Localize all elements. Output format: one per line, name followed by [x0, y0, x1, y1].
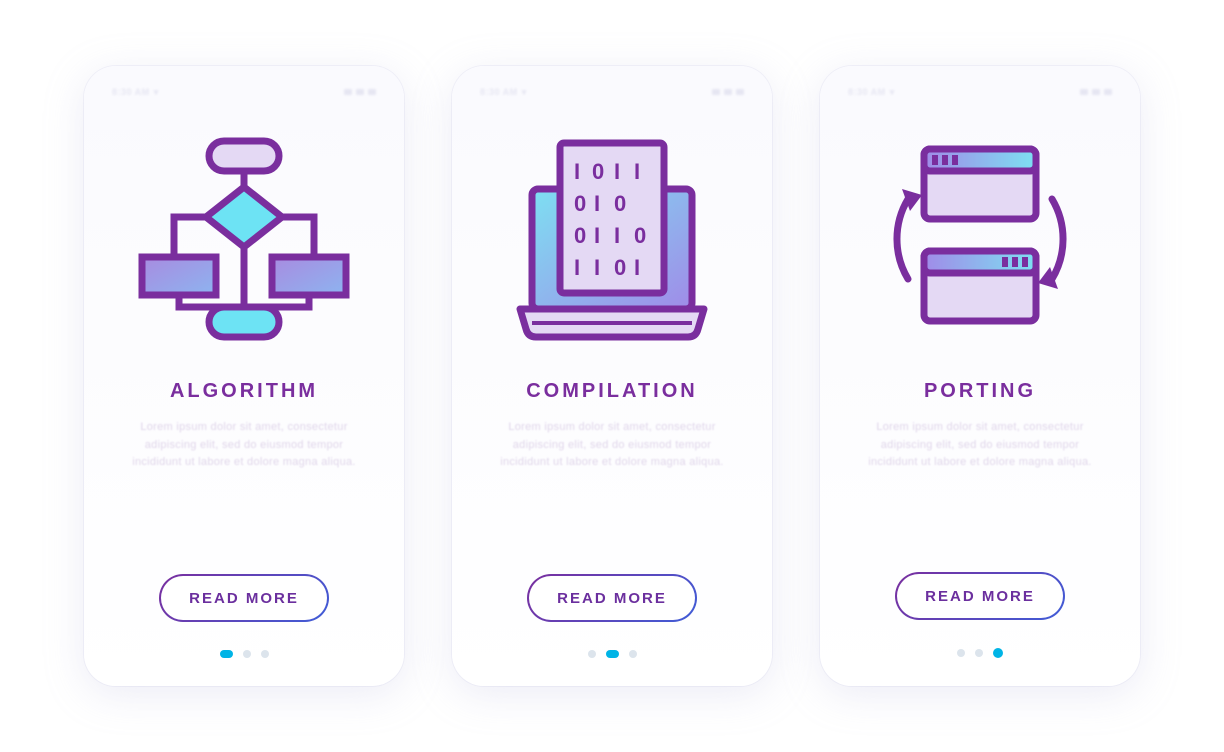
status-bar: 8:30 AM ▾ [480, 84, 744, 100]
dot-2[interactable] [243, 650, 251, 658]
read-more-label: READ MORE [189, 590, 299, 607]
read-more-button[interactable]: READ MORE [527, 574, 697, 622]
wifi-icon [344, 89, 352, 95]
flowchart-icon [134, 129, 354, 349]
onboarding-card-algorithm: 8:30 AM ▾ [84, 66, 404, 686]
page-indicator [220, 650, 269, 658]
svg-text:I: I [634, 255, 640, 280]
card-description: Lorem ipsum dolor sit amet, consectetur … [848, 419, 1112, 481]
svg-text:I: I [574, 159, 580, 184]
svg-text:I: I [634, 159, 640, 184]
page-indicator [588, 650, 637, 658]
cellular-icon [724, 89, 732, 95]
read-more-button[interactable]: READ MORE [159, 574, 329, 622]
page-indicator [957, 648, 1003, 658]
onboarding-card-compilation: 8:30 AM ▾ I0II [452, 66, 772, 686]
card-title: PORTING [924, 380, 1036, 403]
svg-text:0: 0 [634, 223, 646, 248]
wifi-icon [712, 89, 720, 95]
battery-icon [736, 89, 744, 95]
status-time: 8:30 AM [480, 87, 518, 97]
svg-text:0: 0 [592, 159, 604, 184]
onboarding-card-porting: 8:30 AM ▾ [820, 66, 1140, 686]
read-more-button[interactable]: READ MORE [895, 572, 1065, 620]
card-description: Lorem ipsum dolor sit amet, consectetur … [112, 419, 376, 481]
card-title: COMPILATION [526, 380, 698, 403]
svg-text:0: 0 [574, 191, 586, 216]
dot-3[interactable] [993, 648, 1003, 658]
read-more-label: READ MORE [557, 590, 667, 607]
cellular-icon [1092, 89, 1100, 95]
dot-3[interactable] [629, 650, 637, 658]
status-bar: 8:30 AM ▾ [112, 84, 376, 100]
dot-2[interactable] [606, 650, 619, 658]
card-title: ALGORITHM [170, 380, 318, 403]
svg-text:I: I [594, 223, 600, 248]
svg-text:I: I [614, 223, 620, 248]
svg-text:I: I [594, 255, 600, 280]
cellular-icon [356, 89, 364, 95]
signal-icon: ▾ [154, 87, 159, 98]
dot-1[interactable] [220, 650, 233, 658]
status-time: 8:30 AM [112, 87, 150, 97]
battery-icon [1104, 89, 1112, 95]
svg-text:0: 0 [614, 191, 626, 216]
wifi-icon [1080, 89, 1088, 95]
svg-text:0: 0 [614, 255, 626, 280]
svg-text:I: I [574, 255, 580, 280]
read-more-label: READ MORE [925, 588, 1035, 605]
laptop-binary-icon: I0II 0I0 0II0 II0I [502, 129, 722, 349]
status-time: 8:30 AM [848, 87, 886, 97]
signal-icon: ▾ [890, 87, 895, 98]
battery-icon [368, 89, 376, 95]
dot-2[interactable] [975, 649, 983, 657]
dot-1[interactable] [588, 650, 596, 658]
dot-1[interactable] [957, 649, 965, 657]
svg-text:I: I [594, 191, 600, 216]
signal-icon: ▾ [522, 87, 527, 98]
svg-text:0: 0 [574, 223, 586, 248]
windows-sync-icon [870, 129, 1090, 349]
dot-3[interactable] [261, 650, 269, 658]
status-bar: 8:30 AM ▾ [848, 84, 1112, 100]
card-description: Lorem ipsum dolor sit amet, consectetur … [480, 419, 744, 481]
svg-text:I: I [614, 159, 620, 184]
